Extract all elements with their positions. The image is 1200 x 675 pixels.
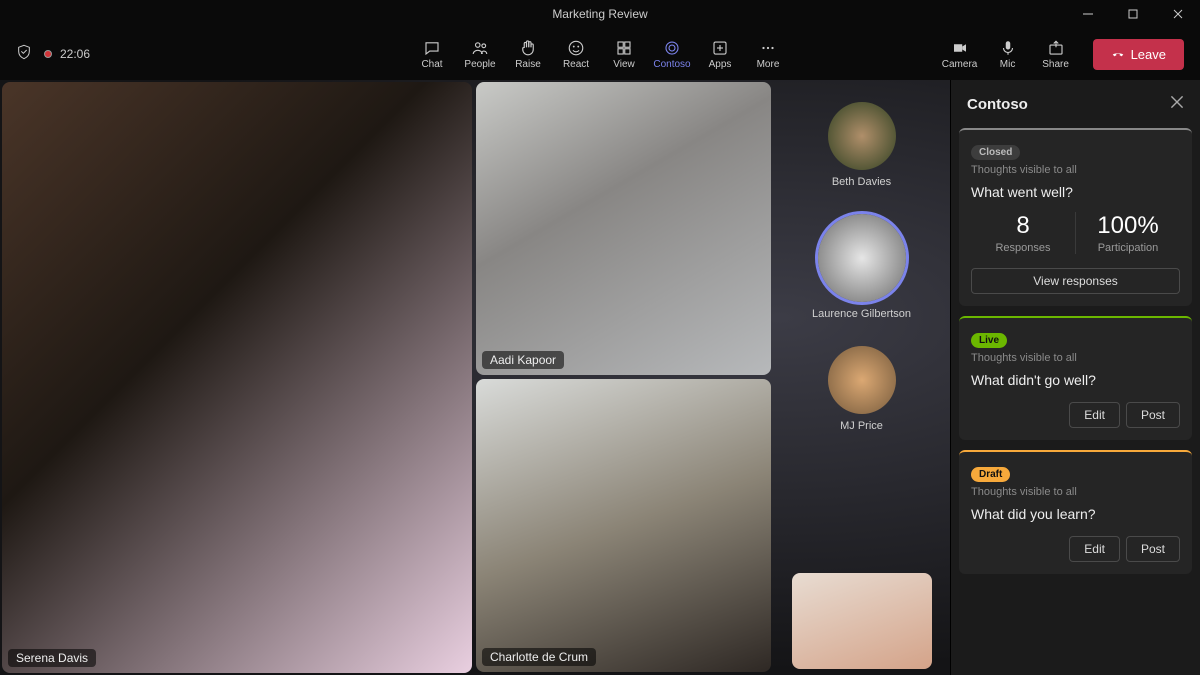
raise-button[interactable]: Raise bbox=[505, 31, 551, 77]
apps-button[interactable]: Apps bbox=[697, 31, 743, 77]
close-button[interactable] bbox=[1155, 0, 1200, 28]
timer-text: 22:06 bbox=[60, 47, 90, 61]
contoso-panel: Contoso Closed Thoughts visible to all W… bbox=[950, 80, 1200, 675]
chat-label: Chat bbox=[421, 59, 442, 70]
question-text: What didn't go well? bbox=[971, 372, 1180, 388]
question-text: What did you learn? bbox=[971, 506, 1180, 522]
participant-mj[interactable]: MJ Price bbox=[828, 346, 896, 432]
name-tag: Aadi Kapoor bbox=[482, 351, 564, 369]
stat-participation: 100% Participation bbox=[1075, 212, 1180, 254]
toolbar-left: 22:06 bbox=[16, 44, 90, 65]
stat-responses: 8 Responses bbox=[971, 212, 1075, 254]
status-badge: Closed bbox=[971, 145, 1020, 160]
react-button[interactable]: React bbox=[553, 31, 599, 77]
contoso-label: Contoso bbox=[653, 59, 690, 70]
toolbar-center: Chat People Raise React View Contoso App… bbox=[409, 31, 791, 77]
name-tag: Charlotte de Crum bbox=[482, 648, 596, 666]
window-controls bbox=[1065, 0, 1200, 28]
more-label: More bbox=[757, 59, 780, 70]
stat-label: Responses bbox=[971, 242, 1075, 254]
avatar-icon bbox=[828, 102, 896, 170]
hangup-icon bbox=[1111, 47, 1125, 61]
avatar-icon bbox=[828, 346, 896, 414]
video-tile-aadi[interactable]: Aadi Kapoor bbox=[476, 82, 771, 375]
post-button[interactable]: Post bbox=[1126, 536, 1180, 562]
post-button[interactable]: Post bbox=[1126, 402, 1180, 428]
visibility-text: Thoughts visible to all bbox=[971, 352, 1180, 364]
video-tile-charlotte[interactable]: Charlotte de Crum bbox=[476, 379, 771, 672]
apps-label: Apps bbox=[709, 59, 732, 70]
stat-label: Participation bbox=[1076, 242, 1180, 254]
visibility-text: Thoughts visible to all bbox=[971, 486, 1180, 498]
view-button[interactable]: View bbox=[601, 31, 647, 77]
leave-label: Leave bbox=[1131, 47, 1166, 62]
question-text: What went well? bbox=[971, 184, 1180, 200]
meeting-toolbar: 22:06 Chat People Raise React View Conto… bbox=[0, 28, 1200, 80]
stat-value: 8 bbox=[971, 212, 1075, 240]
panel-header: Contoso bbox=[951, 80, 1200, 128]
avatar-name: Beth Davies bbox=[832, 176, 891, 188]
panel-title: Contoso bbox=[967, 96, 1028, 113]
camera-label: Camera bbox=[942, 59, 978, 70]
video-grid: Serena Davis Aadi Kapoor Charlotte de Cr… bbox=[0, 80, 950, 675]
chat-button[interactable]: Chat bbox=[409, 31, 455, 77]
video-tile-serena[interactable]: Serena Davis bbox=[2, 82, 472, 673]
name-tag: Serena Davis bbox=[8, 649, 96, 667]
raise-label: Raise bbox=[515, 59, 541, 70]
avatar-name: Laurence Gilbertson bbox=[812, 308, 911, 320]
avatar-icon bbox=[818, 214, 906, 302]
titlebar: Marketing Review bbox=[0, 0, 1200, 28]
leave-button[interactable]: Leave bbox=[1093, 39, 1184, 70]
video-tile-overflow[interactable] bbox=[792, 573, 932, 669]
shield-icon[interactable] bbox=[16, 44, 32, 65]
mic-button[interactable]: Mic bbox=[985, 31, 1031, 77]
more-button[interactable]: More bbox=[745, 31, 791, 77]
edit-button[interactable]: Edit bbox=[1069, 402, 1120, 428]
panel-body: Closed Thoughts visible to all What went… bbox=[951, 128, 1200, 675]
card-closed: Closed Thoughts visible to all What went… bbox=[959, 128, 1192, 306]
avatar-name: MJ Price bbox=[840, 420, 883, 432]
card-draft: Draft Thoughts visible to all What did y… bbox=[959, 450, 1192, 574]
participant-laurence[interactable]: Laurence Gilbertson bbox=[812, 214, 911, 320]
minimize-button[interactable] bbox=[1065, 0, 1110, 28]
people-button[interactable]: People bbox=[457, 31, 503, 77]
close-icon[interactable] bbox=[1170, 95, 1184, 113]
visibility-text: Thoughts visible to all bbox=[971, 164, 1180, 176]
recording-indicator: 22:06 bbox=[44, 47, 90, 61]
maximize-button[interactable] bbox=[1110, 0, 1155, 28]
contoso-button[interactable]: Contoso bbox=[649, 31, 695, 77]
status-badge: Draft bbox=[971, 467, 1010, 482]
mic-label: Mic bbox=[1000, 59, 1016, 70]
stat-value: 100% bbox=[1076, 212, 1180, 240]
status-badge: Live bbox=[971, 333, 1007, 348]
view-label: View bbox=[613, 59, 635, 70]
participant-beth[interactable]: Beth Davies bbox=[828, 102, 896, 188]
share-button[interactable]: Share bbox=[1033, 31, 1079, 77]
main-area: Serena Davis Aadi Kapoor Charlotte de Cr… bbox=[0, 80, 1200, 675]
record-icon bbox=[44, 50, 52, 58]
toolbar-right: Camera Mic Share Leave bbox=[937, 31, 1184, 77]
card-live: Live Thoughts visible to all What didn't… bbox=[959, 316, 1192, 440]
window-title: Marketing Review bbox=[552, 7, 647, 21]
view-responses-button[interactable]: View responses bbox=[971, 268, 1180, 294]
people-label: People bbox=[464, 59, 495, 70]
stats-row: 8 Responses 100% Participation bbox=[971, 212, 1180, 254]
camera-button[interactable]: Camera bbox=[937, 31, 983, 77]
edit-button[interactable]: Edit bbox=[1069, 536, 1120, 562]
share-label: Share bbox=[1042, 59, 1069, 70]
react-label: React bbox=[563, 59, 589, 70]
